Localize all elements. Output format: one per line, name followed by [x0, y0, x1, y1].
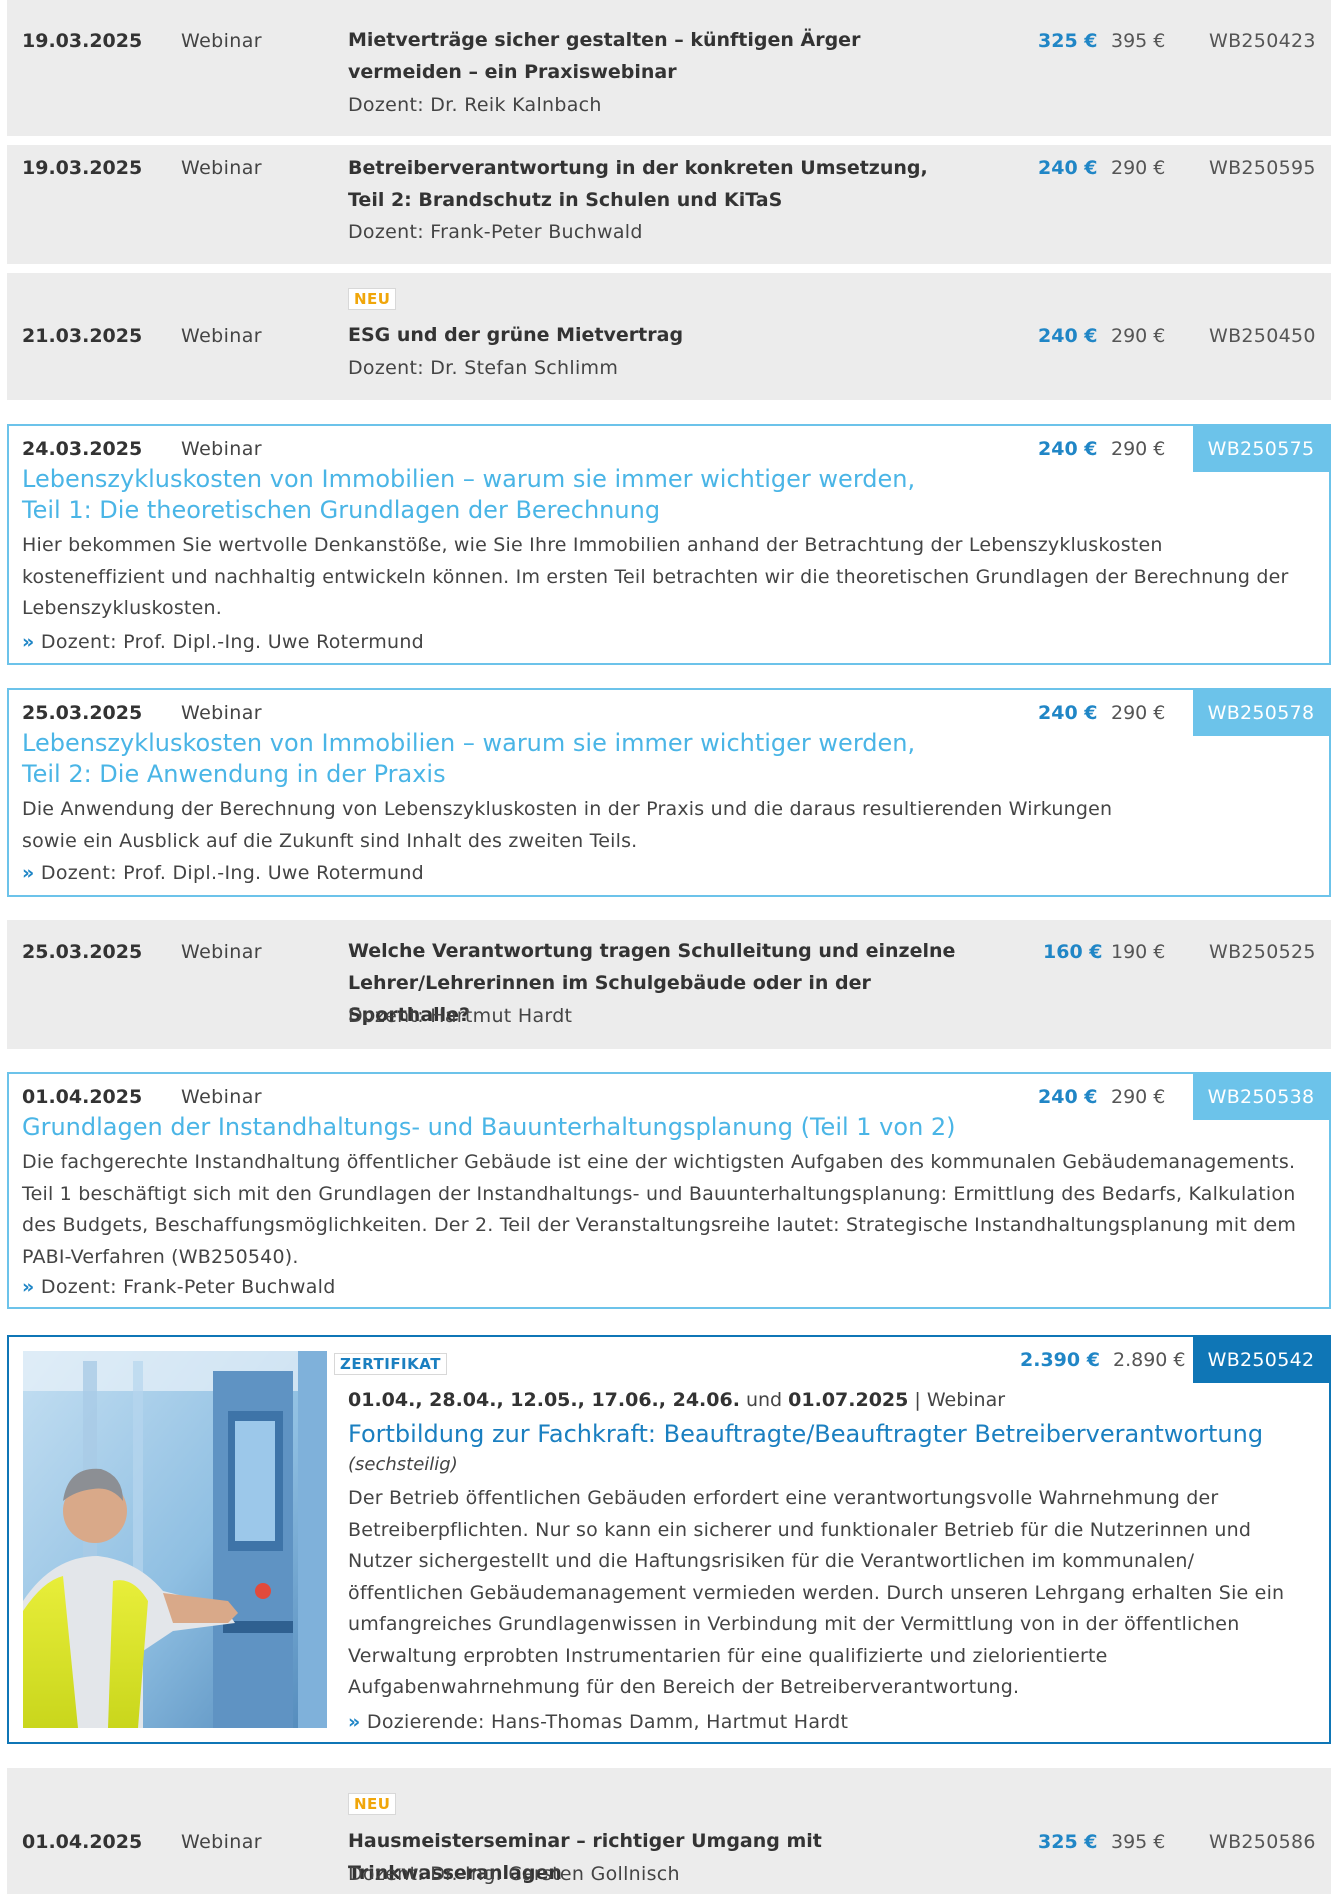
- event-date: 25.03.2025: [22, 702, 143, 724]
- event-date: 19.03.2025: [22, 157, 143, 179]
- lecturer: Dozent: Frank-Peter Buchwald: [348, 221, 643, 243]
- price: 240 €: [1038, 438, 1098, 460]
- table-row: 25.03.2025 Webinar Welche Verantwortung …: [7, 920, 1331, 1049]
- event-title-line1[interactable]: Lebenszykluskosten von Immobilien – waru…: [22, 728, 915, 759]
- event-date: 25.03.2025: [22, 941, 143, 963]
- event-title[interactable]: Fortbildung zur Fachkraft: Beauftragte/B…: [348, 1419, 1263, 1450]
- price: 160 €: [1043, 941, 1103, 963]
- event-type: Webinar: [181, 157, 262, 179]
- regular-price: 2.890 €: [1113, 1349, 1186, 1371]
- table-row: NEU 01.04.2025 Webinar Hausmeistersemina…: [7, 1768, 1331, 1894]
- certificate-badge: ZERTIFIKAT: [334, 1353, 447, 1375]
- chevron-double-right-icon: »: [22, 862, 35, 884]
- event-code[interactable]: WB250595: [1209, 157, 1316, 179]
- event-type: Webinar: [181, 941, 262, 963]
- chevron-double-right-icon: »: [348, 1711, 361, 1733]
- regular-price: 395 €: [1111, 30, 1166, 52]
- event-card: 25.03.2025 Webinar 240 € 290 € WB250578 …: [7, 688, 1331, 897]
- course-photo: [23, 1351, 327, 1728]
- lecturer: Dozent: Frank-Peter Buchwald: [40, 1276, 336, 1298]
- event-title-line2[interactable]: Teil 2: Die Anwendung in der Praxis: [22, 759, 446, 790]
- event-code[interactable]: WB250578: [1193, 690, 1329, 736]
- event-title[interactable]: Mietverträge sicher gestalten – künftige…: [348, 24, 968, 88]
- event-card: 01.04.2025 Webinar 240 € 290 € WB250538 …: [7, 1072, 1331, 1309]
- event-type: Webinar: [926, 1389, 1006, 1411]
- dates-conjunction: und: [739, 1389, 789, 1411]
- event-description: Der Betrieb öffentlichen Gebäuden erford…: [348, 1487, 1285, 1698]
- event-date: 21.03.2025: [22, 325, 143, 347]
- event-description: Die fachgerechte Instandhaltung öffentli…: [22, 1151, 1297, 1268]
- new-badge: NEU: [348, 1793, 397, 1815]
- event-type: Webinar: [181, 1831, 262, 1853]
- event-code[interactable]: WB250575: [1193, 426, 1329, 472]
- dates-list: 01.04., 28.04., 12.05., 17.06., 24.06.: [348, 1389, 740, 1411]
- event-type: Webinar: [181, 702, 262, 724]
- chevron-double-right-icon: »: [22, 631, 35, 653]
- regular-price: 190 €: [1111, 941, 1166, 963]
- lecturer: Dozent: Prof. Dipl.-Ing. Uwe Rotermund: [40, 631, 425, 653]
- event-title-line1[interactable]: Lebenszykluskosten von Immobilien – waru…: [22, 464, 915, 495]
- event-type: Webinar: [181, 325, 262, 347]
- event-card-featured: ZERTIFIKAT 2.390 € 2.890 € WB250542 01.0…: [7, 1335, 1331, 1744]
- event-card: 24.03.2025 Webinar 240 € 290 € WB250575 …: [7, 424, 1331, 665]
- lecturer: Dozent: Dr.-Ing. Carsten Gollnisch: [348, 1863, 680, 1885]
- lecturer: Dozent: Dr. Stefan Schlimm: [348, 357, 619, 379]
- event-code[interactable]: WB250538: [1193, 1074, 1329, 1120]
- event-code[interactable]: WB250423: [1209, 30, 1316, 52]
- lecturer: Dozent: Prof. Dipl.-Ing. Uwe Rotermund: [40, 862, 425, 884]
- regular-price: 290 €: [1111, 1086, 1166, 1108]
- event-subtitle: (sechsteilig): [348, 1454, 458, 1475]
- table-row: 19.03.2025 Webinar Mietverträge sicher g…: [7, 0, 1331, 136]
- regular-price: 290 €: [1111, 702, 1166, 724]
- lecturer: Dozent: Hartmut Hardt: [348, 1005, 573, 1027]
- regular-price: 395 €: [1111, 1831, 1166, 1853]
- chevron-double-right-icon: »: [22, 1276, 35, 1298]
- table-row: 19.03.2025 Webinar Betreiberverantwortun…: [7, 145, 1331, 264]
- price: 240 €: [1038, 157, 1098, 179]
- regular-price: 290 €: [1111, 157, 1166, 179]
- course-dates: 01.04., 28.04., 12.05., 17.06., 24.06. u…: [348, 1389, 1005, 1411]
- event-code[interactable]: WB250450: [1209, 325, 1316, 347]
- event-title[interactable]: ESG und der grüne Mietvertrag: [348, 319, 968, 351]
- event-code[interactable]: WB250525: [1209, 941, 1316, 963]
- event-date: 24.03.2025: [22, 438, 143, 460]
- dates-last: 01.07.2025: [788, 1389, 909, 1411]
- event-date: 19.03.2025: [22, 30, 143, 52]
- regular-price: 290 €: [1111, 325, 1166, 347]
- regular-price: 290 €: [1111, 438, 1166, 460]
- event-type: Webinar: [181, 30, 262, 52]
- event-title[interactable]: Grundlagen der Instandhaltungs- und Bauu…: [22, 1112, 956, 1143]
- event-code[interactable]: WB250542: [1193, 1337, 1329, 1383]
- lecturer: Dozierende: Hans-Thomas Damm, Hartmut Ha…: [366, 1711, 849, 1733]
- price: 325 €: [1038, 1831, 1098, 1853]
- event-code[interactable]: WB250586: [1209, 1831, 1316, 1853]
- price: 325 €: [1038, 30, 1098, 52]
- table-row: NEU 21.03.2025 Webinar ESG und der grüne…: [7, 273, 1331, 400]
- event-type: Webinar: [181, 1086, 262, 1108]
- event-date: 01.04.2025: [22, 1086, 143, 1108]
- event-title[interactable]: Betreiberverantwortung in der konkreten …: [348, 152, 928, 216]
- price: 240 €: [1038, 325, 1098, 347]
- event-date: 01.04.2025: [22, 1831, 143, 1853]
- price: 240 €: [1038, 702, 1098, 724]
- dates-separator: |: [908, 1389, 927, 1411]
- event-type: Webinar: [181, 438, 262, 460]
- event-description: Die Anwendung der Berechnung von Lebensz…: [22, 798, 1113, 852]
- event-title-line2[interactable]: Teil 1: Die theoretischen Grundlagen der…: [22, 495, 660, 526]
- seminar-listing: 19.03.2025 Webinar Mietverträge sicher g…: [0, 0, 1333, 1894]
- new-badge: NEU: [348, 288, 397, 310]
- lecturer: Dozent: Dr. Reik Kalnbach: [348, 94, 602, 116]
- event-description: Hier bekommen Sie wertvolle Denkanstöße,…: [22, 534, 1289, 619]
- price: 240 €: [1038, 1086, 1098, 1108]
- price: 2.390 €: [1020, 1349, 1100, 1371]
